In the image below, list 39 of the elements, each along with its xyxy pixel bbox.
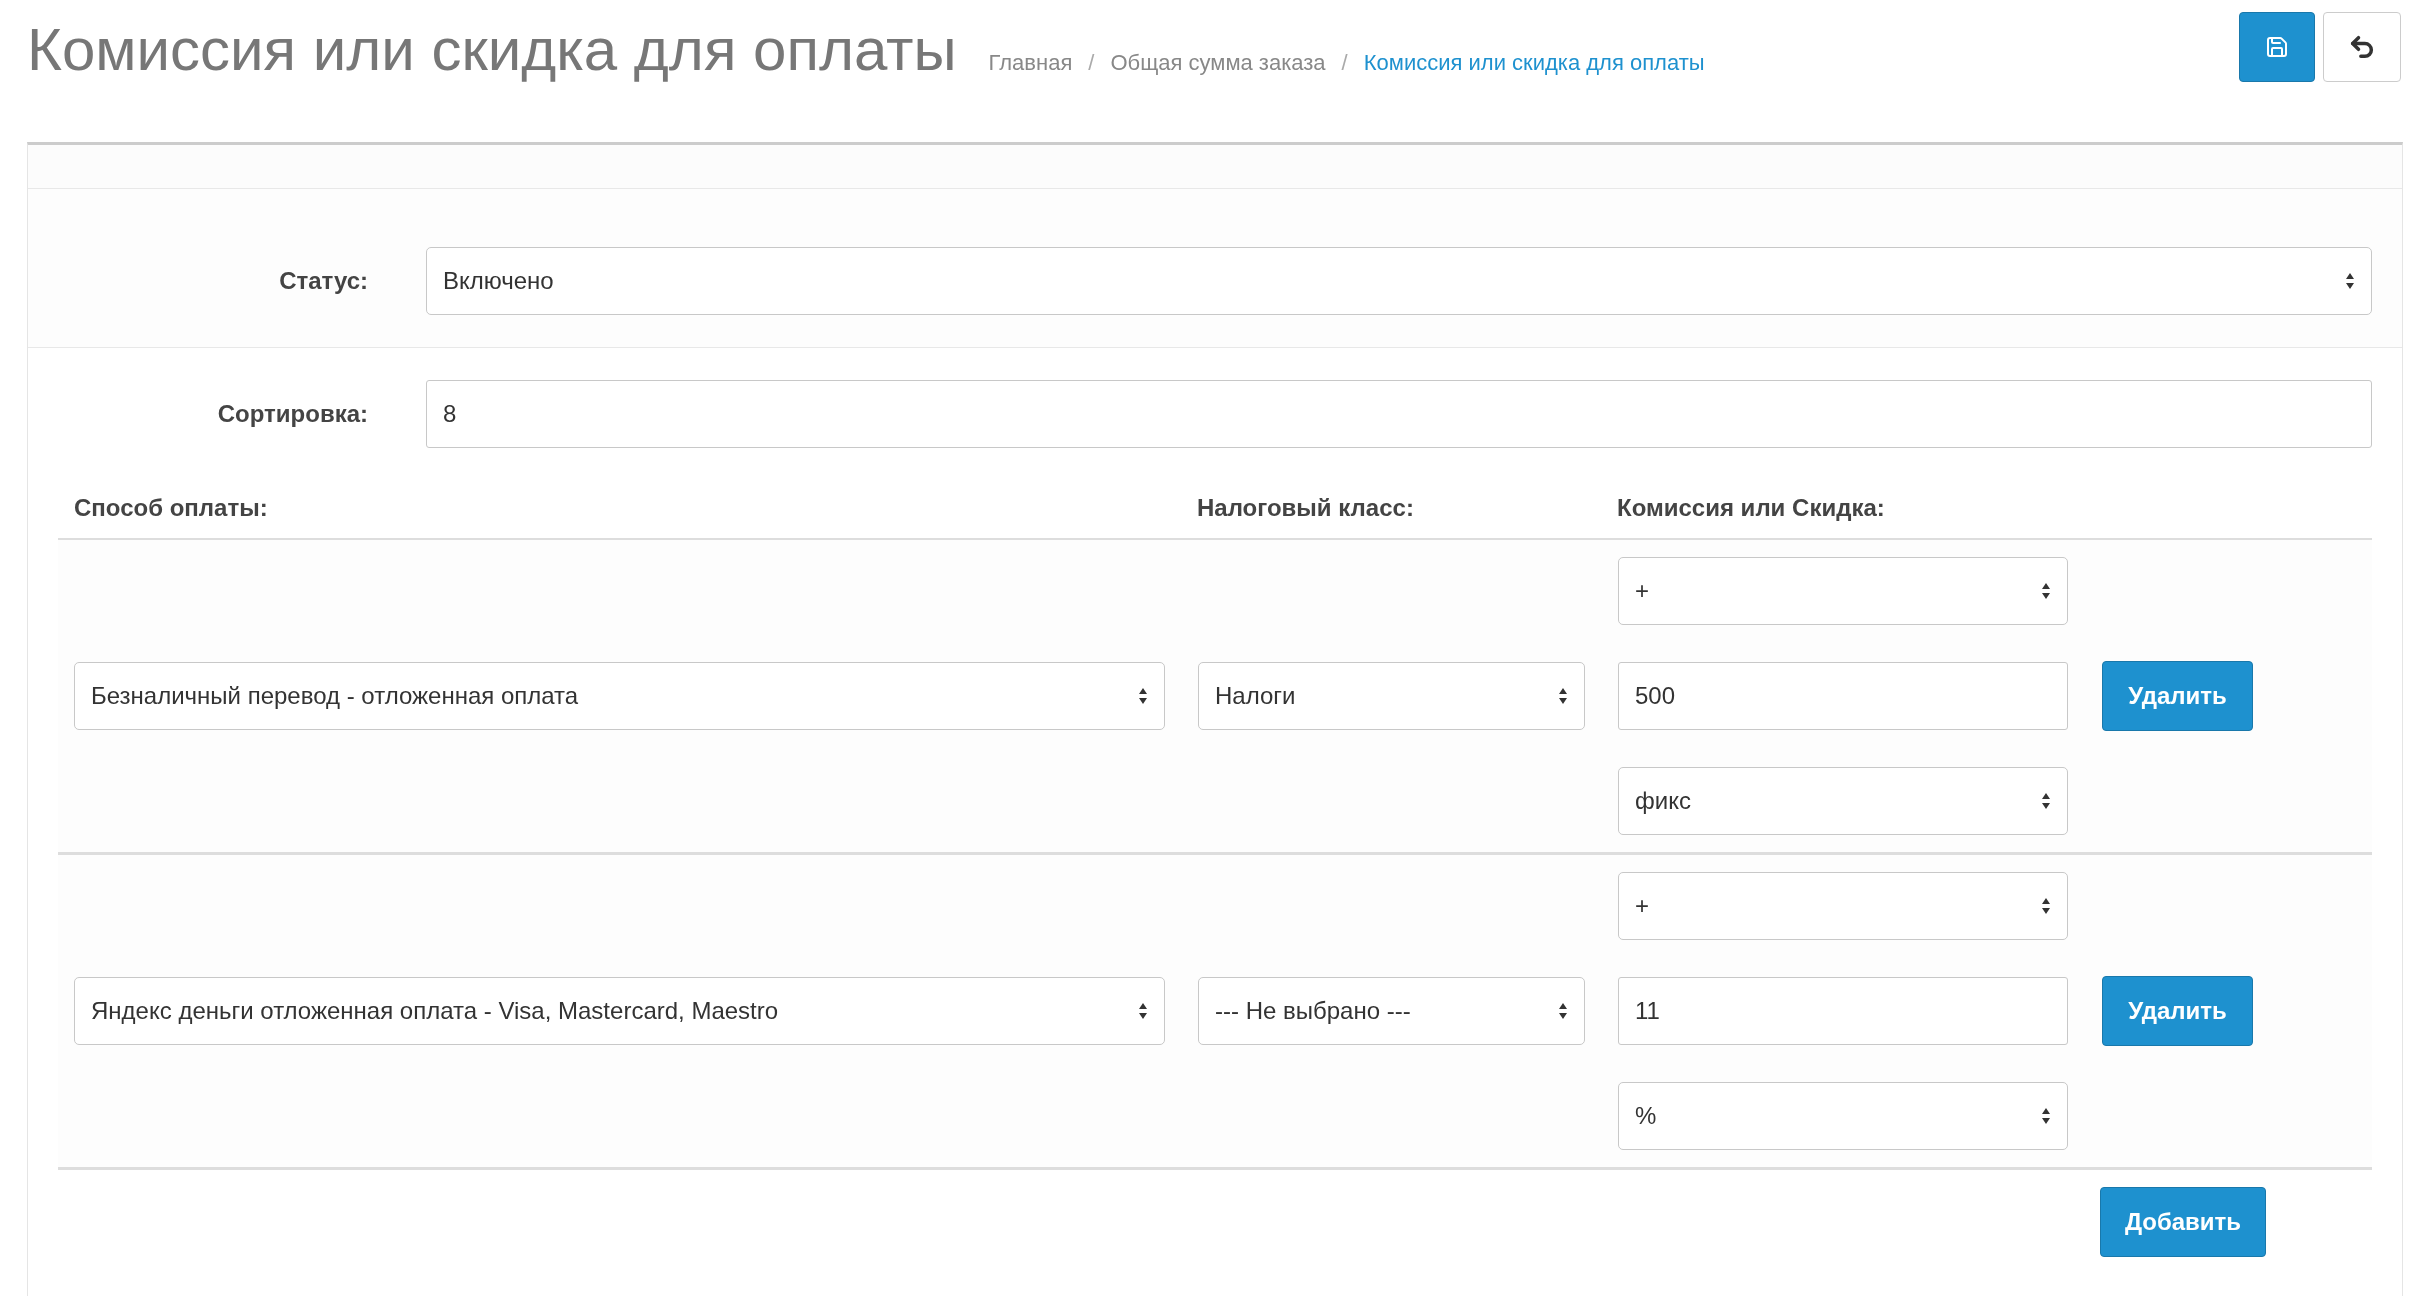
remove-button[interactable]: Удалить: [2102, 661, 2253, 731]
select-arrows-icon: [2345, 271, 2355, 291]
select-arrows-icon: [1558, 1001, 1568, 1021]
select-arrows-icon: [2041, 791, 2051, 811]
sign-select[interactable]: +: [1618, 557, 2068, 625]
sort-order-label: Сортировка:: [216, 399, 369, 429]
select-arrows-icon: [2041, 1106, 2051, 1126]
sort-order-field[interactable]: 8: [426, 380, 2372, 448]
breadcrumb-link[interactable]: Главная: [988, 46, 1073, 79]
status-select[interactable]: Включено: [426, 247, 2372, 315]
save-icon: [2265, 35, 2289, 59]
type-select[interactable]: %: [1618, 1082, 2068, 1150]
add-button[interactable]: Добавить: [2100, 1187, 2266, 1257]
undo-icon: [2348, 33, 2376, 61]
payment-method-select[interactable]: Яндекс деньги отложенная оплата - Visa, Mastercard, Maestro: [74, 977, 1165, 1045]
remove-button[interactable]: Удалить: [2102, 976, 2253, 1046]
tax-class-select[interactable]: --- Не выбрано ---: [1198, 977, 1585, 1045]
select-arrows-icon: [2041, 896, 2051, 916]
select-arrows-icon: [1138, 1001, 1148, 1021]
breadcrumb-link[interactable]: Комиссия или скидка для оплаты: [1363, 46, 1705, 79]
back-button[interactable]: [2323, 12, 2401, 82]
column-header: Способ оплаты:: [73, 493, 269, 523]
type-select[interactable]: фикс: [1618, 767, 2068, 835]
breadcrumb-link[interactable]: Общая сумма заказа: [1110, 46, 1326, 79]
page-title: Комиссия или скидка для оплаты: [27, 15, 957, 85]
column-header: Налоговый класс:: [1196, 493, 1415, 523]
column-header: Комиссия или Скидка:: [1616, 493, 1885, 523]
select-arrows-icon: [1138, 686, 1148, 706]
amount-field[interactable]: 11: [1618, 977, 2068, 1045]
status-label: Статус:: [278, 266, 369, 296]
tax-class-select[interactable]: Налоги: [1198, 662, 1585, 730]
breadcrumb-separator: /: [1341, 49, 1348, 77]
select-arrows-icon: [1558, 686, 1568, 706]
breadcrumb-separator: /: [1088, 49, 1095, 77]
select-arrows-icon: [2041, 581, 2051, 601]
save-button[interactable]: [2239, 12, 2315, 82]
payment-method-select[interactable]: Безналичный перевод - отложенная оплата: [74, 662, 1165, 730]
sign-select[interactable]: +: [1618, 872, 2068, 940]
amount-field[interactable]: 500: [1618, 662, 2068, 730]
